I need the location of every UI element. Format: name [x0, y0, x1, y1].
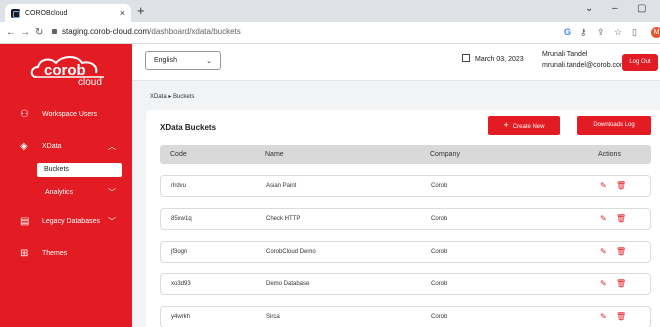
sidebar-item-xdata[interactable]: ◈ XData ︿: [0, 138, 132, 154]
tab-close-icon[interactable]: ×: [120, 8, 125, 18]
profile-avatar[interactable]: M: [651, 27, 660, 38]
table-row[interactable]: 85xw1q Check HTTP Corob ✎ 🗑: [160, 208, 651, 230]
edit-icon[interactable]: ✎: [600, 214, 607, 223]
cell-company: Corob: [431, 183, 448, 189]
breadcrumb: XData ▸ Buckets: [150, 93, 194, 100]
delete-icon[interactable]: 🗑: [616, 279, 626, 288]
cell-name: Asian Paint: [266, 183, 297, 189]
breadcrumb-current: Buckets: [173, 94, 195, 100]
google-icon[interactable]: G: [564, 27, 571, 37]
table-row[interactable]: xo3d93 Demo Database Corob ✎ 🗑: [160, 273, 651, 295]
layers-icon: ◈: [20, 140, 28, 152]
edit-icon[interactable]: ✎: [600, 181, 607, 190]
share-icon[interactable]: ⇪: [597, 27, 605, 38]
language-select[interactable]: English ⌄: [145, 51, 221, 70]
cell-code: jf3ogn: [171, 249, 188, 255]
sidebar-item-label: Themes: [42, 249, 68, 257]
lock-icon: [52, 29, 57, 34]
column-header-code: Code: [170, 151, 187, 158]
delete-icon[interactable]: 🗑: [616, 181, 626, 190]
address-bar: ← → ↻ staging.corob-cloud.com/dashboard/…: [0, 22, 660, 44]
url-path: /dashboard/xdata/buckets: [149, 27, 241, 36]
sidebar: corob cloud ⚇ Workspace Users ◈ XData ︿ …: [0, 44, 132, 327]
restore-icon[interactable]: ▢: [637, 3, 646, 14]
edit-icon[interactable]: ✎: [600, 247, 607, 256]
sidebar-item-workspace-users[interactable]: ⚇ Workspace Users: [0, 106, 132, 122]
language-value: English: [154, 57, 177, 64]
grid-icon: ⊞: [20, 247, 29, 259]
breadcrumb-root[interactable]: XData: [150, 94, 167, 100]
calendar-icon: [462, 54, 470, 62]
new-tab-button[interactable]: +: [137, 3, 145, 18]
date-display: March 03, 2023: [462, 54, 524, 63]
chevron-down-icon[interactable]: ﹀: [108, 187, 116, 198]
sidebar-item-label: Legacy Databases: [42, 217, 100, 225]
database-icon: ▤: [20, 215, 30, 227]
edit-icon[interactable]: ✎: [600, 312, 607, 321]
buckets-card: XData Buckets + Create New Downloads Log …: [146, 110, 660, 327]
delete-icon[interactable]: 🗑: [616, 312, 626, 321]
minimize-icon[interactable]: –: [612, 3, 618, 14]
delete-icon[interactable]: 🗑: [616, 214, 626, 223]
breadcrumb-separator-icon: ▸: [168, 94, 172, 100]
cell-company: Corob: [431, 281, 448, 287]
forward-icon[interactable]: →: [20, 27, 30, 38]
cell-name: Demo Database: [266, 281, 310, 287]
tab-dropdown-icon[interactable]: ⌄: [585, 3, 593, 14]
column-header-company: Company: [430, 151, 460, 158]
cell-name: Sirca: [266, 314, 280, 320]
users-icon: ⚇: [20, 108, 29, 120]
star-icon[interactable]: ☆: [614, 27, 622, 38]
browser-tab[interactable]: COROBcloud ×: [5, 4, 131, 22]
top-header: English ⌄ March 03, 2023 Mrunali Tandel …: [132, 44, 660, 81]
sidebar-item-themes[interactable]: ⊞ Themes: [0, 245, 132, 261]
column-header-name: Name: [265, 151, 284, 158]
table-row[interactable]: jf3ogn CorobCloud Demo Corob ✎ 🗑: [160, 241, 651, 263]
sidebar-subitem-buckets[interactable]: Buckets: [37, 163, 122, 177]
table-header: Code Name Company Actions: [160, 145, 651, 164]
sidebar-item-label: XData: [42, 142, 62, 150]
sidepanel-icon[interactable]: ▯: [632, 27, 637, 38]
cell-company: Corob: [431, 249, 448, 255]
key-icon[interactable]: ⚷: [580, 27, 587, 38]
cell-company: Corob: [431, 314, 448, 320]
cell-name: CorobCloud Demo: [266, 249, 316, 255]
logo-sub-text: cloud: [78, 77, 102, 87]
back-icon[interactable]: ←: [6, 27, 16, 38]
corob-cloud-logo: corob cloud: [30, 56, 104, 87]
logout-button[interactable]: Log Out: [622, 54, 658, 71]
sidebar-subitem-analytics[interactable]: Analytics: [45, 186, 73, 200]
column-header-actions: Actions: [598, 151, 621, 158]
page-title: XData Buckets: [160, 123, 217, 132]
user-email: mrunali.tandel@corob.com: [542, 62, 626, 69]
cell-name: Check HTTP: [266, 216, 301, 222]
favicon-icon: [11, 8, 20, 18]
reload-icon[interactable]: ↻: [35, 27, 43, 38]
tab-title: COROBcloud: [25, 9, 68, 17]
create-new-label: Create New: [512, 124, 545, 130]
cell-code: y4wrkh: [171, 314, 191, 320]
chevron-down-icon: ﹀: [108, 216, 116, 226]
create-new-button[interactable]: + Create New: [488, 116, 560, 135]
delete-icon[interactable]: 🗑: [616, 247, 626, 256]
url-field[interactable]: staging.corob-cloud.com/dashboard/xdata/…: [52, 27, 241, 36]
edit-icon[interactable]: ✎: [600, 279, 607, 288]
user-name: Mrunali Tandel: [542, 51, 588, 58]
date-text: March 03, 2023: [475, 56, 524, 63]
table-row[interactable]: y4wrkh Sirca Corob ✎ 🗑: [160, 306, 651, 327]
cell-code: 85xw1q: [171, 216, 192, 222]
sidebar-item-label: Workspace Users: [42, 110, 98, 118]
url-host: staging.corob-cloud.com: [62, 27, 150, 36]
cell-company: Corob: [431, 216, 448, 222]
chevron-down-icon: ⌄: [206, 57, 212, 65]
plus-icon: +: [503, 120, 509, 130]
table-row[interactable]: rlrdvu Asian Paint Corob ✎ 🗑: [160, 175, 651, 197]
user-info: Mrunali Tandel mrunali.tandel@corob.com: [542, 49, 626, 71]
cell-code: xo3d93: [171, 281, 191, 287]
cell-code: rlrdvu: [171, 183, 187, 189]
sidebar-item-legacy-databases[interactable]: ▤ Legacy Databases ﹀: [0, 213, 132, 229]
chevron-up-icon: ︿: [108, 141, 116, 151]
browser-tab-strip: COROBcloud × + ⌄ – ▢: [0, 0, 660, 22]
downloads-log-button[interactable]: Downloads Log: [577, 116, 651, 135]
